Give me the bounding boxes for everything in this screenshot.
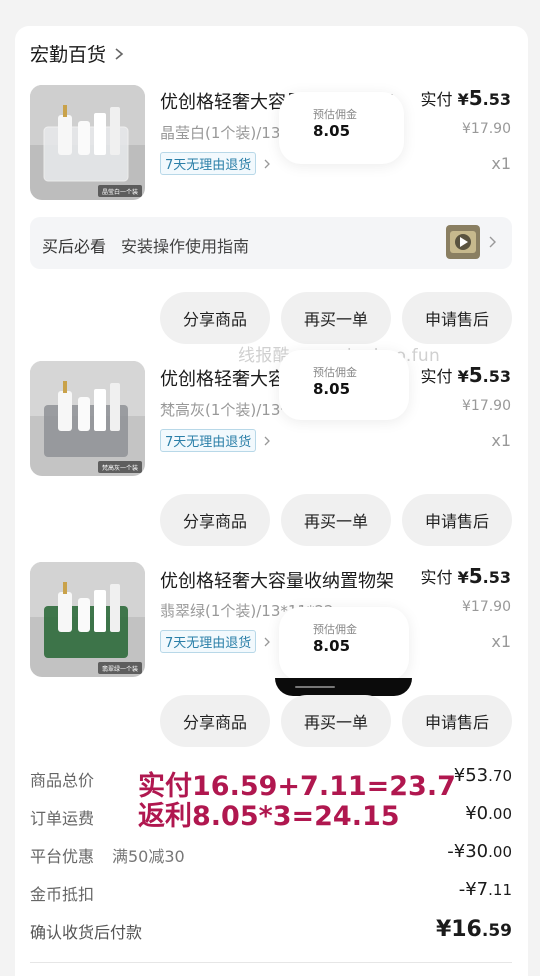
summary-coins: 金币抵扣 -¥7.11 xyxy=(30,879,512,905)
summary-value: -¥30.00 xyxy=(447,841,512,862)
handle-bar xyxy=(295,686,335,688)
paid-label: 实付 xyxy=(420,90,453,109)
paid-int: 5 xyxy=(468,363,483,387)
value-int: -¥7 xyxy=(458,879,489,900)
product-thumbnail[interactable]: 梵高灰一个装 xyxy=(30,361,145,476)
shop-name[interactable]: 宏勤百货 xyxy=(30,40,106,67)
commission-value: 8.05 xyxy=(313,637,351,655)
annotation-line-2: 返利8.05*3=24.15 xyxy=(138,801,400,832)
paid-dec: .53 xyxy=(482,90,511,109)
product-thumbnail[interactable]: 晶莹白一个装 xyxy=(30,85,145,200)
product-image: 翡翠绿一个装 xyxy=(30,562,145,677)
product-title[interactable]: 优创格轻奢大容量收纳置物架 xyxy=(160,567,400,593)
value-int: ¥16 xyxy=(435,917,482,942)
commission-label: 预估佣金 xyxy=(313,366,357,379)
play-icon xyxy=(446,225,480,259)
floating-handle xyxy=(275,678,412,696)
quantity: x1 xyxy=(491,431,511,450)
return-policy-label: 7天无理由退货 xyxy=(160,429,257,452)
commission-value: 8.05 xyxy=(313,380,351,398)
value-dec: .11 xyxy=(488,881,512,899)
item-actions: 分享商品 再买一单 申请售后 xyxy=(0,695,540,747)
commission-label: 预估佣金 xyxy=(313,623,357,636)
aftersale-button[interactable]: 申请售后 xyxy=(402,292,512,344)
summary-value: ¥16.59 xyxy=(436,917,512,942)
commission-popup: 预估佣金 8.05 xyxy=(279,92,404,164)
share-button[interactable]: 分享商品 xyxy=(160,292,270,344)
chevron-right-icon xyxy=(489,236,496,248)
summary-value: -¥7.11 xyxy=(459,879,512,900)
aftersale-button[interactable]: 申请售后 xyxy=(402,695,512,747)
value-dec: .00 xyxy=(488,843,512,861)
commission-popup: 预估佣金 8.05 xyxy=(279,350,409,420)
summary-label: 商品总价 xyxy=(30,771,95,790)
commission-popup: 预估佣金 8.05 xyxy=(279,607,409,681)
summary-label: 金币抵扣 xyxy=(30,885,95,904)
item-actions: 分享商品 再买一单 申请售后 xyxy=(0,494,540,546)
thumb-caption: 梵高灰一个装 xyxy=(102,464,138,472)
commission-value: 8.05 xyxy=(313,122,351,140)
summary-label: 确认收货后付款 xyxy=(30,923,143,942)
return-policy-tag[interactable]: 7天无理由退货 xyxy=(160,429,272,452)
shop-header[interactable]: 宏勤百货 xyxy=(30,40,126,67)
summary-platform-discount: 平台优惠 满50减30 -¥30.00 xyxy=(30,841,512,867)
summary-label: 平台优惠 xyxy=(30,847,95,866)
return-policy-label: 7天无理由退货 xyxy=(160,152,257,175)
value-dec: .59 xyxy=(481,921,512,941)
after-purchase-guide[interactable]: 买后必看 安装操作使用指南 xyxy=(30,217,512,269)
product-image: 晶莹白一个装 xyxy=(30,85,145,200)
value-int: -¥30 xyxy=(447,841,489,862)
paid-currency: ¥ xyxy=(457,367,469,386)
original-price: ¥17.90 xyxy=(462,121,511,137)
original-price: ¥17.90 xyxy=(462,599,511,615)
return-policy-label: 7天无理由退货 xyxy=(160,630,257,653)
summary-final: 确认收货后付款 ¥16.59 xyxy=(30,917,512,943)
paid-dec: .53 xyxy=(482,367,511,386)
return-policy-tag[interactable]: 7天无理由退货 xyxy=(160,152,272,175)
value-dec: .00 xyxy=(488,805,512,823)
paid-currency: ¥ xyxy=(457,90,469,109)
chevron-right-icon xyxy=(264,436,271,445)
rebuy-button[interactable]: 再买一单 xyxy=(281,695,391,747)
original-price: ¥17.90 xyxy=(462,398,511,414)
summary-value: ¥0.00 xyxy=(465,803,512,824)
paid-int: 5 xyxy=(468,564,483,588)
paid-dec: .53 xyxy=(482,568,511,587)
divider xyxy=(30,962,512,963)
thumb-caption: 晶莹白一个装 xyxy=(102,188,138,196)
paid-price: 实付 ¥5.53 xyxy=(420,564,511,588)
chevron-right-icon xyxy=(264,637,271,646)
value-int: ¥53 xyxy=(453,765,489,786)
rebuy-button[interactable]: 再买一单 xyxy=(281,494,391,546)
chevron-right-icon xyxy=(115,47,124,60)
guide-text: 安装操作使用指南 xyxy=(121,237,250,256)
item-actions: 分享商品 再买一单 申请售后 xyxy=(0,292,540,344)
share-button[interactable]: 分享商品 xyxy=(160,695,270,747)
quantity: x1 xyxy=(491,632,511,651)
paid-currency: ¥ xyxy=(457,568,469,587)
return-policy-tag[interactable]: 7天无理由退货 xyxy=(160,630,272,653)
aftersale-button[interactable]: 申请售后 xyxy=(402,494,512,546)
quantity: x1 xyxy=(491,154,511,173)
summary-value: ¥53.70 xyxy=(454,765,512,786)
paid-price: 实付 ¥5.53 xyxy=(420,363,511,387)
product-thumbnail[interactable]: 翡翠绿一个装 xyxy=(30,562,145,677)
video-thumbnail[interactable] xyxy=(446,225,480,259)
paid-label: 实付 xyxy=(420,367,453,386)
paid-int: 5 xyxy=(468,86,483,110)
value-int: ¥0 xyxy=(465,803,489,824)
product-image: 梵高灰一个装 xyxy=(30,361,145,476)
commission-label: 预估佣金 xyxy=(313,108,357,121)
guide-title: 买后必看 xyxy=(42,237,107,256)
paid-label: 实付 xyxy=(420,568,453,587)
thumb-caption: 翡翠绿一个装 xyxy=(102,665,138,673)
rebuy-button[interactable]: 再买一单 xyxy=(281,292,391,344)
chevron-right-icon xyxy=(264,159,271,168)
summary-label: 订单运费 xyxy=(30,809,95,828)
paid-price: 实付 ¥5.53 xyxy=(420,86,511,110)
value-dec: .70 xyxy=(488,767,512,785)
share-button[interactable]: 分享商品 xyxy=(160,494,270,546)
discount-rule: 满50减30 xyxy=(112,847,185,866)
